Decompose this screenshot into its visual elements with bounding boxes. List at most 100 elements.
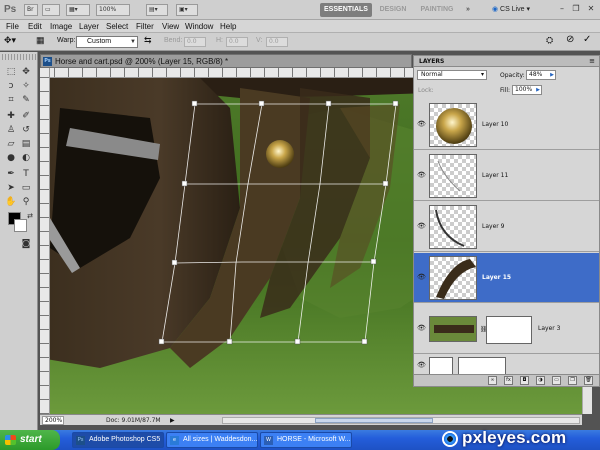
clone-stamp-tool-icon[interactable]: ♙ [5, 124, 17, 136]
minibridge-icon[interactable]: ▭ [42, 4, 60, 16]
menu-layer[interactable]: Layer [79, 21, 99, 32]
type-tool-icon[interactable]: T [20, 168, 32, 180]
layer-mask-thumbnail [458, 357, 506, 375]
warp-style-select[interactable]: Custom ▼ [76, 36, 138, 48]
vertical-ruler [40, 68, 50, 414]
warp-mode-icon[interactable]: ⛭ [546, 35, 553, 46]
bridge-icon[interactable]: Br [24, 4, 38, 16]
menu-file[interactable]: File [6, 21, 19, 32]
visibility-eye-icon[interactable]: 👁 [417, 361, 426, 369]
fill-field[interactable]: 100% ▶ [512, 85, 542, 95]
layer-name[interactable]: Layer 3 [538, 325, 560, 333]
layer-name[interactable]: Layer 15 [482, 274, 511, 282]
new-group-icon[interactable]: ▭ [552, 376, 561, 385]
arrange-documents-icon[interactable]: ▤▾ [146, 4, 168, 16]
workspace-essentials[interactable]: ESSENTIALS [320, 3, 372, 17]
status-menu-icon[interactable]: ▶ [170, 416, 175, 425]
cs-live-button[interactable]: ◉ CS Live ▾ [486, 3, 536, 17]
panel-menu-icon[interactable]: ≡ [589, 57, 595, 66]
swap-colors-icon[interactable]: ⇄ [24, 210, 36, 222]
crop-tool-icon[interactable]: ⌗ [5, 94, 17, 106]
layer-row-layer-9[interactable]: 👁 Layer 9 [414, 202, 599, 252]
warp-label: Warp: [57, 37, 76, 44]
visibility-eye-icon[interactable]: 👁 [417, 222, 426, 230]
scrollbar-thumb[interactable] [315, 418, 433, 423]
close-icon[interactable]: ✕ [585, 4, 597, 15]
visibility-eye-icon[interactable]: 👁 [417, 273, 426, 281]
screen-mode-icon[interactable]: ▣▾ [176, 4, 198, 16]
layer-row-layer-10[interactable]: 👁 Layer 10 [414, 100, 599, 150]
more-workspaces-button[interactable]: » [462, 3, 474, 17]
menu-view[interactable]: View [162, 21, 179, 32]
shape-tool-icon[interactable]: ▭ [20, 182, 32, 194]
layer-row-partial[interactable]: 👁 [414, 355, 599, 375]
menu-edit[interactable]: Edit [28, 21, 42, 32]
workspace-painting[interactable]: PAINTING [416, 3, 458, 17]
eraser-tool-icon[interactable]: ▱ [5, 138, 17, 150]
extras-icon[interactable]: ▦▾ [66, 4, 90, 16]
quick-mask-icon[interactable]: ◙ [20, 238, 32, 250]
restore-icon[interactable]: ❐ [570, 4, 582, 15]
visibility-eye-icon[interactable]: 👁 [417, 120, 426, 128]
menu-select[interactable]: Select [106, 21, 128, 32]
pen-tool-icon[interactable]: ✒ [5, 168, 17, 180]
history-brush-tool-icon[interactable]: ↺ [20, 124, 32, 136]
magic-wand-tool-icon[interactable]: ✧ [20, 80, 32, 92]
eyedropper-tool-icon[interactable]: ✎ [20, 94, 32, 106]
visibility-eye-icon[interactable]: 👁 [417, 324, 426, 332]
minimize-icon[interactable]: – [556, 4, 568, 15]
layer-row-layer-11[interactable]: 👁 Layer 11 [414, 151, 599, 201]
horizontal-scrollbar[interactable] [222, 417, 580, 424]
gradient-tool-icon[interactable]: ▤ [20, 138, 32, 150]
cancel-transform-icon[interactable]: ⊘ [566, 34, 574, 45]
lasso-tool-icon[interactable]: ↄ [5, 80, 17, 92]
brush-tool-icon[interactable]: ✐ [20, 110, 32, 122]
new-layer-icon[interactable]: ❐ [568, 376, 577, 385]
warp-orientation-icon[interactable]: ⇆ [144, 35, 152, 46]
layer-thumbnail [429, 256, 477, 300]
h-distortion-field[interactable]: 0.0 [226, 37, 248, 47]
zoom-level-select[interactable]: 100% [96, 4, 130, 16]
document-tab[interactable]: Ps Horse and cart.psd @ 200% (Layer 15, … [40, 54, 412, 68]
bend-field[interactable]: 0.0 [184, 37, 206, 47]
move-tool-icon[interactable]: ✥ [20, 66, 32, 78]
hand-tool-icon[interactable]: ✋ [5, 196, 17, 208]
v-distortion-field[interactable]: 0.0 [266, 37, 288, 47]
taskbar-button-label: HORSE - Microsoft W... [277, 436, 351, 443]
zoom-tool-icon[interactable]: ⚲ [20, 196, 32, 208]
link-layers-icon[interactable]: ∞ [488, 376, 497, 385]
layer-row-layer-15[interactable]: 👁 Layer 15 [414, 253, 599, 303]
marquee-tool-icon[interactable]: ⬚ [5, 66, 17, 78]
layer-style-icon[interactable]: fx [504, 376, 513, 385]
cs-live-label: CS Live [500, 6, 525, 13]
taskbar-word[interactable]: W HORSE - Microsoft W... [260, 432, 352, 448]
commit-transform-icon[interactable]: ✓ [583, 34, 591, 45]
layer-row-layer-3[interactable]: 👁 ⛓ Layer 3 [414, 304, 599, 354]
taskbar-browser[interactable]: e All sizes | Waddesdon... [166, 432, 258, 448]
transform-tool-icon[interactable]: ✥▾ [4, 35, 16, 46]
healing-brush-tool-icon[interactable]: ✚ [5, 110, 17, 122]
workspace-design[interactable]: DESIGN [376, 3, 410, 17]
opacity-field[interactable]: 48% ▶ [526, 70, 556, 80]
layer-name[interactable]: Layer 11 [482, 172, 508, 180]
path-selection-tool-icon[interactable]: ➤ [5, 182, 17, 194]
start-button[interactable]: start [0, 430, 60, 450]
adjustment-layer-icon[interactable]: ◑ [536, 376, 545, 385]
add-mask-icon[interactable]: ◘ [520, 376, 529, 385]
menu-filter[interactable]: Filter [136, 21, 154, 32]
layer-mask-thumbnail[interactable] [486, 316, 532, 344]
taskbar-photoshop[interactable]: Ps Adobe Photoshop CS5 [72, 432, 164, 448]
dodge-tool-icon[interactable]: ◐ [20, 152, 32, 164]
reference-point-icon[interactable]: ▦ [36, 35, 45, 46]
blend-mode-select[interactable]: Normal ▾ [417, 70, 487, 80]
delete-layer-icon[interactable]: 🗑 [584, 376, 593, 385]
menu-window[interactable]: Window [185, 21, 213, 32]
menu-image[interactable]: Image [50, 21, 72, 32]
blur-tool-icon[interactable]: ● [5, 152, 17, 164]
menu-help[interactable]: Help [220, 21, 236, 32]
layer-name[interactable]: Layer 10 [482, 121, 508, 129]
layer-name[interactable]: Layer 9 [482, 223, 504, 231]
panel-grip[interactable] [2, 54, 36, 60]
visibility-eye-icon[interactable]: 👁 [417, 171, 426, 179]
zoom-level-field[interactable]: 200% [42, 416, 64, 425]
